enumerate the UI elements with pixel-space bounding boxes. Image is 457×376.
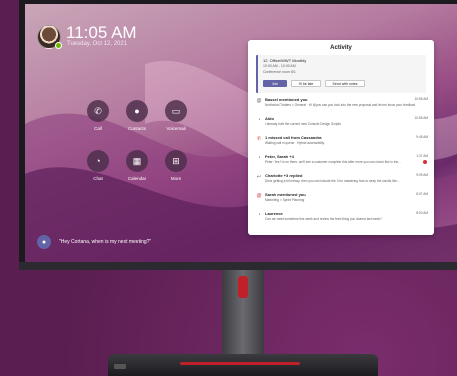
activity-time: 10:55 AM bbox=[414, 116, 428, 120]
join-button[interactable]: Join bbox=[263, 80, 287, 87]
activity-title: Laurence bbox=[265, 211, 283, 216]
app-label: Contacts bbox=[128, 126, 146, 131]
activity-time: 8:00 AM bbox=[416, 211, 428, 215]
microphone-button[interactable]: ● bbox=[37, 235, 51, 249]
voicemail-icon: ▭ bbox=[165, 100, 187, 122]
phone-icon: ✆ bbox=[87, 100, 109, 122]
activity-panel: Activity 12. Office/WWT Monthly 10:00 AM… bbox=[248, 40, 434, 235]
presence-indicator bbox=[55, 42, 62, 49]
app-voicemail[interactable]: ▭ Voicemail bbox=[156, 100, 196, 131]
activity-item[interactable]: ◔ Peter, Sarah +4 Peter: Yes I'm on them… bbox=[248, 153, 434, 168]
app-calendar[interactable]: ▦ Calendar bbox=[117, 150, 157, 181]
mention-icon: @ bbox=[256, 98, 262, 104]
reply-icon: ↩ bbox=[256, 174, 262, 180]
monitor-chin bbox=[19, 262, 457, 270]
activity-title: 1 missed call from Cassandra bbox=[265, 135, 322, 140]
app-contacts[interactable]: ● Contacts bbox=[117, 100, 157, 131]
activity-title: Sarah mentioned you bbox=[265, 192, 306, 197]
activity-item[interactable]: @ Sarah mentioned you Marketing > Sprint… bbox=[248, 191, 434, 206]
activity-time: 8:07 AM bbox=[416, 192, 428, 196]
activity-preview: Northwind Traders > General · Hi @you ca… bbox=[265, 103, 415, 107]
activity-time: 1:37 AM bbox=[416, 154, 428, 158]
microphone-icon: ● bbox=[41, 238, 47, 246]
meeting-card[interactable]: 12. Office/WWT Monthly 10:00 AM - 10:30 … bbox=[256, 55, 426, 93]
mention-icon: @ bbox=[256, 193, 262, 199]
activity-preview: Marketing > Sprint Planning bbox=[265, 198, 305, 202]
brand-logo bbox=[114, 364, 126, 369]
unread-badge bbox=[423, 160, 427, 164]
clock-date: Tuesday, Oct 12, 2021 bbox=[67, 41, 128, 47]
chat-icon: ◔ bbox=[257, 155, 261, 161]
app-label: Voicemail bbox=[166, 126, 186, 131]
missed-call-icon: ✆ bbox=[256, 136, 262, 142]
contacts-icon: ● bbox=[126, 100, 148, 122]
activity-preview: I already built the current new Console … bbox=[265, 122, 341, 126]
chat-icon: ◔ bbox=[257, 212, 261, 218]
activity-preview: Waiting call in queue · Hybrid accessibi… bbox=[265, 141, 325, 145]
activity-preview: Peter: Yes I'm on them, we'll see a cust… bbox=[265, 160, 401, 164]
app-label: More bbox=[170, 176, 182, 181]
calendar-icon: ▦ bbox=[126, 150, 148, 172]
base-accent bbox=[180, 362, 300, 365]
activity-preview: Can we meet sometime this week and revie… bbox=[265, 217, 382, 221]
stand-accent bbox=[238, 276, 248, 298]
activity-title: Bassel mentioned you bbox=[265, 97, 308, 102]
activity-title: Peter, Sarah +4 bbox=[265, 154, 294, 159]
app-more[interactable]: ⊞ More bbox=[156, 150, 196, 181]
activity-time: 9:45 AM bbox=[416, 135, 428, 139]
activity-time: 9:09 AM bbox=[416, 173, 428, 177]
app-label: Chat bbox=[93, 176, 103, 181]
app-label: Call bbox=[94, 126, 102, 131]
late-button[interactable]: I'll be late bbox=[291, 80, 321, 87]
app-label: Calendar bbox=[127, 176, 147, 181]
monitor-stand-base bbox=[108, 354, 378, 376]
meeting-title: 12. Office/WWT Monthly bbox=[263, 58, 307, 63]
activity-item[interactable]: ✆ 1 missed call from Cassandra Waiting c… bbox=[248, 134, 434, 149]
activity-item[interactable]: ↩ Charlotte +3 replied Deck getting a bi… bbox=[248, 172, 434, 187]
activity-item[interactable]: @ Bassel mentioned you Northwind Traders… bbox=[248, 96, 434, 111]
meeting-location: Conference room 8/1 bbox=[263, 70, 296, 74]
meeting-time: 10:00 AM - 10:30 AM bbox=[263, 64, 296, 68]
panel-title: Activity bbox=[330, 45, 352, 51]
activity-title: Charlotte +3 replied bbox=[265, 173, 303, 178]
activity-item[interactable]: ◔ Aldo I already built the current new C… bbox=[248, 115, 434, 130]
activity-item[interactable]: ◔ Laurence Can we meet sometime this wee… bbox=[248, 210, 434, 225]
send-notes-button[interactable]: Send with notes bbox=[325, 80, 365, 87]
activity-time: 10:55 AM bbox=[414, 97, 428, 101]
clock-time: 11:05 AM bbox=[66, 23, 137, 42]
activity-preview: Deck getting a bit messy, then you can i… bbox=[265, 179, 400, 183]
chat-icon: ◔ bbox=[257, 117, 261, 123]
app-chat[interactable]: ◔ Chat bbox=[78, 150, 118, 181]
chat-icon: ◔ bbox=[87, 150, 109, 172]
app-call[interactable]: ✆ Call bbox=[78, 100, 118, 131]
more-icon: ⊞ bbox=[165, 150, 187, 172]
activity-title: Aldo bbox=[265, 116, 274, 121]
cortana-prompt: "Hey Cortana, when is my next meeting?" bbox=[59, 239, 152, 245]
